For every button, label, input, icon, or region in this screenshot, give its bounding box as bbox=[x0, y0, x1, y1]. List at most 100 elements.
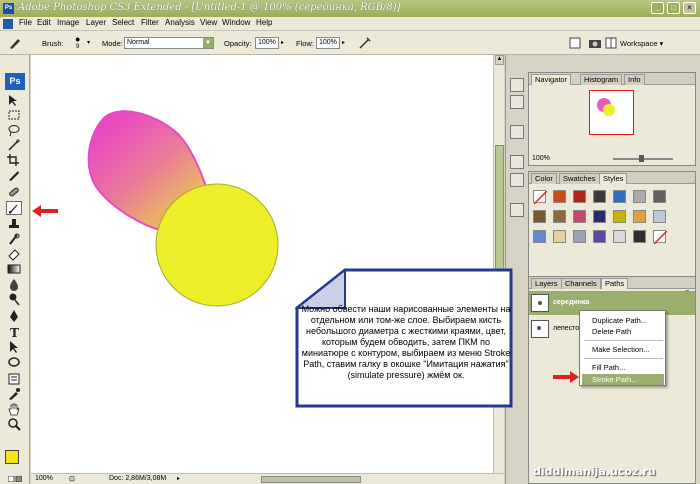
menu-duplicate-path[interactable]: Duplicate Path... bbox=[592, 316, 647, 325]
vertical-scrollbar[interactable]: ▲ bbox=[493, 55, 504, 473]
slice-tool-icon[interactable] bbox=[6, 168, 22, 182]
menu-window[interactable]: Window bbox=[222, 18, 250, 27]
brush-preset-icon[interactable] bbox=[8, 36, 22, 50]
menu-file[interactable]: File bbox=[19, 18, 32, 27]
brush-dropdown-icon[interactable]: ▾ bbox=[87, 39, 90, 46]
history-panel-icon[interactable] bbox=[510, 78, 524, 92]
status-icon[interactable]: ⊡ bbox=[69, 475, 75, 483]
maximize-button[interactable]: □ bbox=[667, 2, 680, 14]
eraser-tool-icon[interactable] bbox=[6, 247, 22, 261]
workspace-menu[interactable]: Workspace ▾ bbox=[620, 39, 663, 48]
style-swatch[interactable] bbox=[653, 190, 666, 203]
gradient-tool-icon[interactable] bbox=[6, 262, 22, 276]
menu-edit[interactable]: Edit bbox=[37, 18, 51, 27]
zoom-tool-icon[interactable] bbox=[6, 417, 22, 431]
style-swatch[interactable] bbox=[553, 230, 566, 243]
document-canvas[interactable] bbox=[31, 55, 493, 473]
type-tool-icon[interactable]: T bbox=[6, 325, 22, 339]
status-arrow-icon[interactable]: ▸ bbox=[177, 475, 180, 482]
menu-fill-path[interactable]: Fill Path... bbox=[592, 363, 625, 372]
lasso-tool-icon[interactable] bbox=[6, 123, 22, 137]
style-swatch[interactable] bbox=[653, 210, 666, 223]
style-swatch[interactable] bbox=[633, 210, 646, 223]
zoom-level[interactable]: 100% bbox=[35, 475, 53, 482]
style-swatch[interactable] bbox=[593, 190, 606, 203]
magic-wand-tool-icon[interactable] bbox=[6, 138, 22, 152]
style-swatch[interactable] bbox=[593, 210, 606, 223]
hand-tool-icon[interactable] bbox=[6, 402, 22, 416]
blur-tool-icon[interactable] bbox=[6, 277, 22, 291]
style-swatch[interactable] bbox=[573, 210, 586, 223]
style-swatch[interactable] bbox=[613, 230, 626, 243]
style-swatch[interactable] bbox=[553, 210, 566, 223]
tab-histogram[interactable]: Histogram bbox=[580, 74, 623, 85]
style-swatch[interactable] bbox=[573, 230, 586, 243]
healing-tool-icon[interactable] bbox=[6, 185, 22, 199]
style-swatch[interactable] bbox=[533, 230, 546, 243]
navigator-zoom[interactable]: 100% bbox=[532, 155, 550, 162]
style-none[interactable] bbox=[533, 190, 548, 205]
tab-styles[interactable]: Styles bbox=[599, 173, 628, 184]
style-swatch-crossed[interactable] bbox=[653, 230, 668, 245]
style-swatch[interactable] bbox=[633, 190, 646, 203]
flow-slider-icon[interactable]: ▸ bbox=[342, 39, 345, 46]
style-swatch[interactable] bbox=[633, 230, 646, 243]
flow-input[interactable]: 100% bbox=[316, 37, 340, 49]
crop-tool-icon[interactable] bbox=[6, 153, 22, 167]
notes-tool-icon[interactable] bbox=[6, 372, 22, 386]
bridge-icon[interactable] bbox=[588, 36, 602, 50]
palette-well-icon[interactable] bbox=[568, 36, 582, 50]
menu-analysis[interactable]: Analysis bbox=[165, 18, 195, 27]
tab-navigator[interactable]: Navigator bbox=[531, 74, 572, 85]
brush-dot-icon[interactable]: ● bbox=[75, 34, 80, 44]
menu-make-selection[interactable]: Make Selection... bbox=[592, 345, 650, 354]
layout-icon[interactable] bbox=[604, 36, 618, 50]
style-swatch[interactable] bbox=[553, 190, 566, 203]
eyedropper-tool-icon[interactable] bbox=[6, 387, 22, 401]
opacity-input[interactable]: 100% bbox=[255, 37, 279, 49]
path-thumbnail[interactable] bbox=[531, 320, 549, 338]
shape-tool-icon[interactable] bbox=[6, 355, 22, 369]
foreground-color-swatch[interactable] bbox=[5, 450, 19, 464]
navigator-preview[interactable] bbox=[589, 90, 634, 135]
mode-select[interactable]: Normal ▼ bbox=[124, 37, 214, 49]
menu-select[interactable]: Select bbox=[112, 18, 134, 27]
layer-comps-icon[interactable] bbox=[510, 203, 524, 217]
tab-layers[interactable]: Layers bbox=[531, 278, 562, 289]
opacity-slider-icon[interactable]: ▸ bbox=[281, 39, 284, 46]
quick-mask-icon[interactable] bbox=[8, 476, 22, 482]
brushes-panel-icon[interactable] bbox=[510, 155, 524, 169]
brush-tool-icon[interactable] bbox=[6, 201, 22, 215]
airbrush-icon[interactable] bbox=[358, 36, 372, 50]
path-thumbnail[interactable] bbox=[531, 294, 549, 312]
menu-view[interactable]: View bbox=[200, 18, 217, 27]
marquee-tool-icon[interactable] bbox=[6, 108, 22, 122]
menu-layer[interactable]: Layer bbox=[86, 18, 106, 27]
style-swatch[interactable] bbox=[573, 190, 586, 203]
clone-stamp-tool-icon[interactable] bbox=[6, 217, 22, 231]
tab-channels[interactable]: Channels bbox=[561, 278, 601, 289]
style-swatch[interactable] bbox=[613, 210, 626, 223]
close-button[interactable]: × bbox=[683, 2, 696, 14]
scroll-up-icon[interactable]: ▲ bbox=[495, 55, 504, 65]
tab-paths[interactable]: Paths bbox=[601, 278, 629, 289]
history-brush-tool-icon[interactable] bbox=[6, 232, 22, 246]
style-swatch[interactable] bbox=[533, 210, 546, 223]
style-swatch[interactable] bbox=[593, 230, 606, 243]
actions-panel-icon[interactable] bbox=[510, 95, 524, 109]
tab-swatches[interactable]: Swatches bbox=[559, 173, 600, 184]
move-tool-icon[interactable] bbox=[6, 93, 22, 107]
path-selection-tool-icon[interactable] bbox=[6, 340, 22, 354]
clone-source-icon[interactable] bbox=[510, 173, 524, 187]
menu-delete-path[interactable]: Delete Path bbox=[592, 327, 631, 336]
menu-image[interactable]: Image bbox=[57, 18, 79, 27]
style-swatch[interactable] bbox=[613, 190, 626, 203]
tool-presets-icon[interactable] bbox=[510, 125, 524, 139]
menu-help[interactable]: Help bbox=[256, 18, 272, 27]
menu-filter[interactable]: Filter bbox=[141, 18, 159, 27]
pen-tool-icon[interactable] bbox=[6, 309, 22, 323]
minimize-button[interactable]: _ bbox=[651, 2, 664, 14]
dodge-tool-icon[interactable] bbox=[6, 292, 22, 306]
tab-color[interactable]: Color bbox=[531, 173, 557, 184]
menu-stroke-path[interactable]: Stroke Path... bbox=[592, 375, 637, 384]
